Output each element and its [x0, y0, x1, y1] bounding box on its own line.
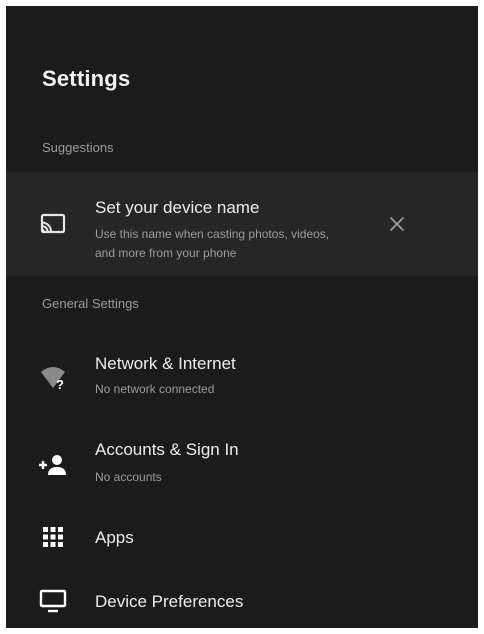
- suggestion-title: Set your device name: [95, 198, 260, 217]
- page-title: Settings: [42, 66, 131, 91]
- suggestion-device-name[interactable]: Set your device name Use this name when …: [6, 172, 478, 276]
- add-person-icon: [38, 450, 68, 480]
- suggestions-section-header: Suggestions: [42, 140, 114, 155]
- wifi-unknown-icon: ?: [38, 362, 68, 392]
- tv-icon: [38, 586, 68, 616]
- settings-item-apps[interactable]: Apps: [6, 512, 478, 562]
- cast-icon: [38, 209, 68, 239]
- apps-grid-icon: [38, 522, 68, 552]
- settings-item-network[interactable]: ? Network & Internet No network connecte…: [6, 332, 478, 404]
- network-subtitle: No network connected: [95, 382, 215, 396]
- general-settings-section-header: General Settings: [42, 296, 139, 311]
- accounts-title: Accounts & Sign In: [95, 440, 239, 459]
- settings-item-accounts[interactable]: Accounts & Sign In No accounts: [6, 418, 478, 490]
- dismiss-suggestion-button[interactable]: [386, 213, 408, 235]
- network-title: Network & Internet: [95, 354, 236, 373]
- settings-item-device-preferences[interactable]: Device Preferences: [6, 576, 478, 626]
- device-preferences-title: Device Preferences: [95, 592, 244, 611]
- suggestion-subtitle-line-1: Use this name when casting photos, video…: [95, 227, 330, 241]
- apps-title: Apps: [95, 528, 134, 547]
- accounts-subtitle: No accounts: [95, 470, 162, 484]
- settings-screen: Settings Suggestions Set your device nam…: [6, 6, 478, 628]
- suggestion-subtitle-line-2: and more from your phone: [95, 246, 237, 260]
- svg-text:?: ?: [56, 377, 64, 390]
- close-icon: [390, 217, 404, 231]
